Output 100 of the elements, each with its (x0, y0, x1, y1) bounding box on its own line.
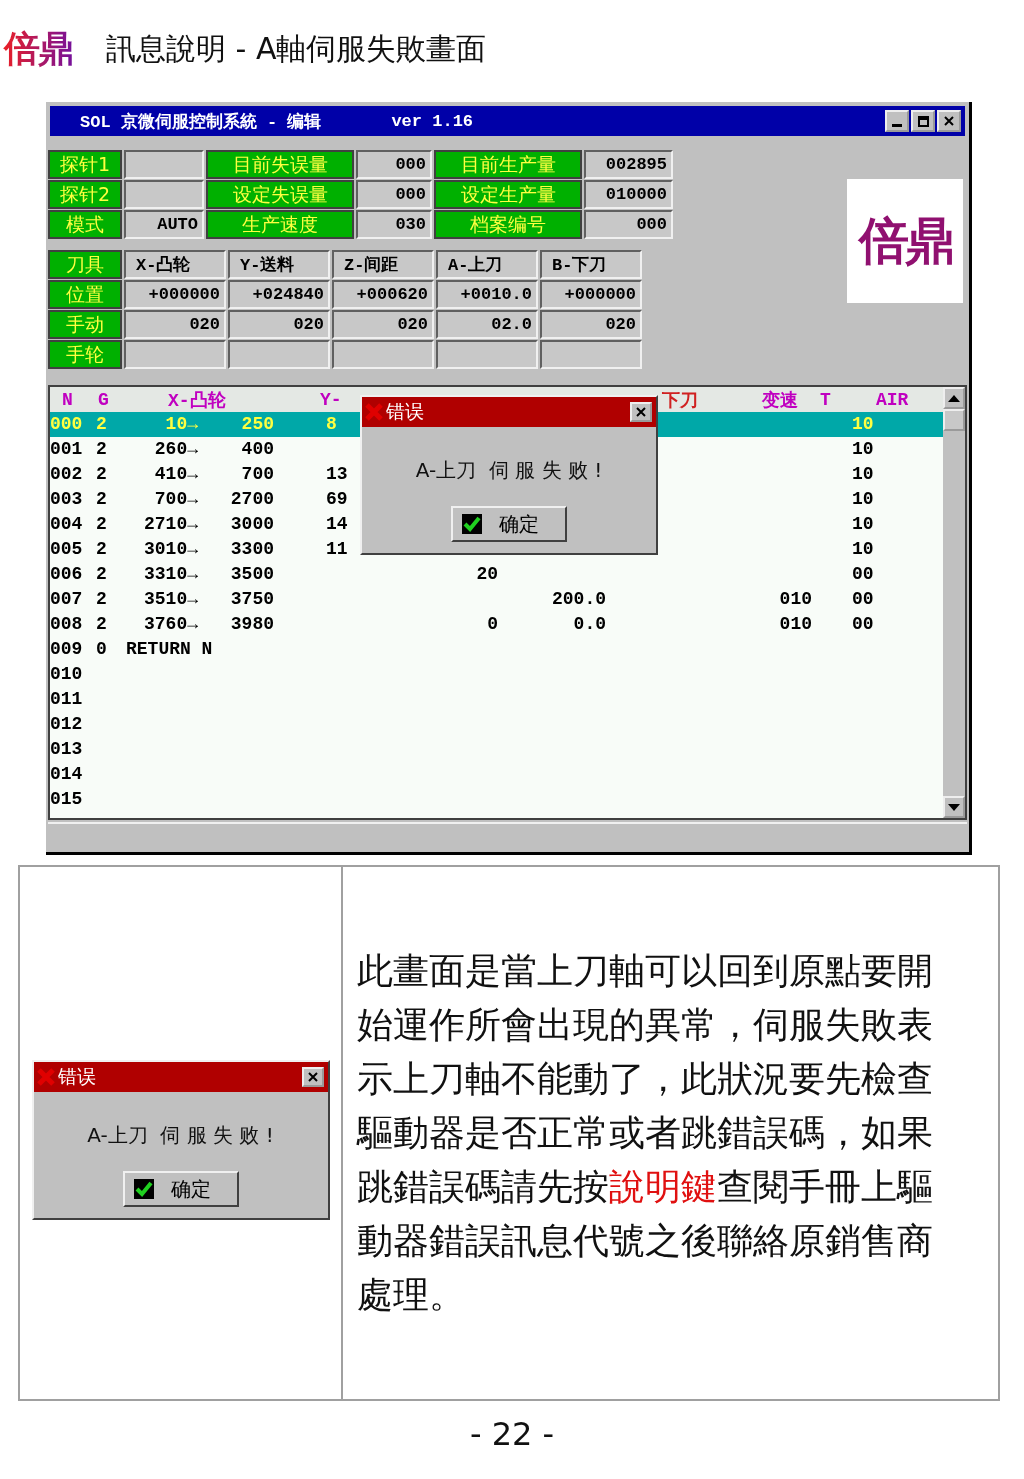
dialog-message: A-上刀 伺 服 失 败 ! (415, 457, 603, 484)
table-cell-text: 2 (96, 513, 108, 536)
table-cell-text: 14 (325, 513, 349, 536)
close-button[interactable] (630, 402, 652, 422)
page-title: 訊息說明 - A軸伺服失敗畫面 (106, 29, 487, 68)
table-cell: 10 (812, 412, 943, 437)
table-cell-text: 2 (96, 488, 108, 511)
value-field: 002895 (584, 150, 673, 179)
dialog-message: A-上刀 伺 服 失 败 ! (87, 1122, 274, 1149)
column-header: X-凸轮 (168, 390, 226, 411)
maximize-icon (917, 115, 929, 127)
table-cell-text: 00 (851, 588, 875, 611)
table-cell-text: 3000 (229, 513, 274, 536)
table-cell-text: 700→ (153, 488, 198, 511)
close-icon (307, 1072, 318, 1082)
line-number[interactable]: 002 (50, 462, 96, 487)
ok-button[interactable]: 确定 (451, 506, 567, 542)
line-number[interactable]: 004 (50, 512, 96, 537)
axis-header: B-下刀 (540, 250, 642, 279)
table-cell-text: 13 (325, 463, 349, 486)
scrollbar[interactable] (943, 387, 965, 818)
ok-button[interactable]: 确定 (122, 1171, 239, 1207)
version-label: ver 1.16 (391, 111, 474, 131)
line-number[interactable]: 008 (50, 612, 96, 637)
line-number[interactable]: 012 (50, 712, 96, 737)
check-icon (461, 514, 483, 534)
error-x-icon (364, 402, 384, 422)
table-cell-text: 69 (325, 488, 349, 511)
table-cell-text: 2710→ (143, 513, 198, 536)
table-cell-text: 3760→ (143, 613, 198, 636)
table-cell-text: RETURN N (126, 638, 213, 661)
line-number[interactable]: 003 (50, 487, 96, 512)
table-cell-text: 10 (851, 488, 875, 511)
scroll-up-button[interactable] (943, 387, 965, 409)
line-number[interactable]: 006 (50, 562, 96, 587)
close-button[interactable] (301, 1067, 324, 1087)
column-header: N (62, 389, 73, 410)
line-number[interactable]: 013 (50, 737, 96, 762)
table-cell-text: 200.0 (551, 588, 606, 611)
line-number[interactable]: 001 (50, 437, 96, 462)
line-number[interactable]: 005 (50, 537, 96, 562)
table-cell-text: 10 (851, 513, 875, 536)
value-field: +024840 (228, 280, 330, 309)
column-header: Y- (320, 389, 342, 410)
table-cell-text: 2 (96, 438, 108, 461)
table-cell-text: 3300 (229, 538, 274, 561)
line-number[interactable]: 011 (50, 687, 96, 712)
page-number: - 22 - (468, 1415, 556, 1453)
column-header: T (820, 389, 831, 410)
line-number[interactable]: 009 (50, 637, 96, 662)
value-field: 020 (228, 310, 330, 339)
field-label: 设定失误量 (206, 180, 354, 209)
table-cell: 10→ (118, 412, 198, 437)
line-number[interactable]: 007 (50, 587, 96, 612)
table-cell: 250 (198, 412, 274, 437)
line-number[interactable]: 010 (50, 662, 96, 687)
column-header: G (98, 389, 109, 410)
value-field: 020 (124, 310, 226, 339)
table-cell-text: 410→ (153, 463, 198, 486)
axis-header: X-凸轮 (124, 250, 226, 279)
table-cell-text: 2700 (229, 488, 274, 511)
line-number[interactable]: 015 (50, 787, 96, 812)
maximize-button[interactable] (911, 110, 935, 132)
table-cell-text: 400 (240, 438, 274, 461)
column-header: 下刀 (662, 390, 698, 411)
column-header: 变速 (762, 390, 798, 411)
dialog-title: 错误 (57, 1064, 96, 1089)
table-cell-text: 3980 (229, 613, 274, 636)
table-cell-text: 3010→ (143, 538, 198, 561)
table-cell-text: 3510→ (143, 588, 198, 611)
field-label: 目前失误量 (206, 150, 354, 179)
scroll-down-button[interactable] (943, 796, 965, 818)
table-cell-text: 2 (96, 613, 108, 636)
line-number[interactable]: 014 (50, 762, 96, 787)
table-cell-text: 260→ (153, 438, 198, 461)
table-cell-text: 00 (851, 613, 875, 636)
close-button[interactable] (937, 110, 961, 132)
field-label: 刀具 (48, 250, 122, 279)
down-arrow-icon (948, 803, 960, 811)
table-cell-text: 2 (96, 588, 108, 611)
table-cell-text: 00 (851, 563, 875, 586)
table-cell-text: 20 (475, 563, 498, 586)
scroll-thumb[interactable] (943, 409, 965, 431)
table-cell-text: 0 (486, 613, 498, 636)
value-field: 000 (356, 150, 432, 179)
minimize-icon (892, 123, 902, 127)
up-arrow-icon (948, 394, 960, 402)
company-logo: 倍鼎 (847, 179, 963, 303)
field-label: 手轮 (48, 340, 122, 369)
value-field: 020 (332, 310, 434, 339)
field-label: 探针1 (48, 150, 122, 179)
table-cell-text: 3310→ (143, 563, 198, 586)
table-cell-text: 2 (96, 538, 108, 561)
field-label: 探针2 (48, 180, 122, 209)
minimize-button[interactable] (885, 110, 909, 132)
close-icon (944, 116, 954, 126)
value-field: +000000 (540, 280, 642, 309)
table-cell-text: 10 (851, 463, 875, 486)
axis-header: Y-送料 (228, 250, 330, 279)
table-cell-text: 2 (96, 563, 108, 586)
